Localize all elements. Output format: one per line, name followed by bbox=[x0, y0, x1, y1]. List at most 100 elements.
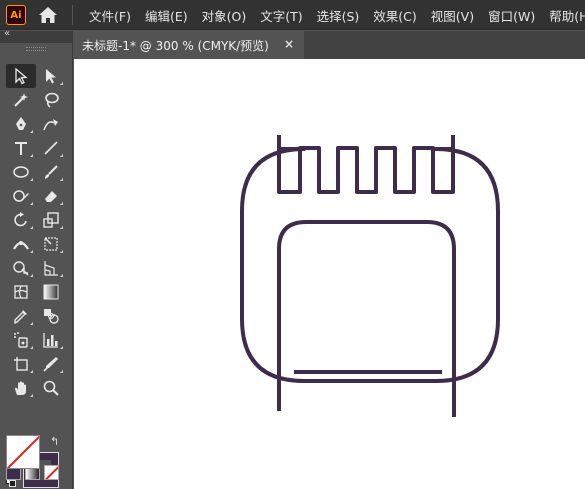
scale-icon bbox=[43, 212, 59, 228]
scale-tool[interactable] bbox=[36, 208, 66, 232]
paintbrush-tool[interactable] bbox=[36, 160, 66, 184]
artboard-canvas[interactable] bbox=[74, 59, 585, 489]
tool-group-indicator bbox=[30, 250, 33, 253]
tool-group-indicator bbox=[30, 154, 33, 157]
lasso-icon bbox=[45, 92, 59, 108]
direct-selection-arrow-icon bbox=[46, 69, 56, 84]
document-tab[interactable]: 未标题-1* @ 300 % (CMYK/预览) × bbox=[74, 31, 304, 59]
tool-group-indicator bbox=[60, 226, 63, 229]
binding-teeth bbox=[277, 135, 455, 194]
tool-group-indicator bbox=[60, 178, 63, 181]
magic-wand-tool[interactable] bbox=[6, 88, 36, 112]
column-graph-tool[interactable] bbox=[36, 328, 66, 352]
tool-group-indicator bbox=[60, 202, 63, 205]
tool-group-indicator bbox=[60, 346, 63, 349]
slice-knife-icon bbox=[43, 357, 58, 372]
tools-panel: « ↰ bbox=[0, 28, 73, 489]
menu-view[interactable]: 视图(V) bbox=[424, 6, 481, 25]
tool-grid bbox=[6, 64, 66, 400]
type-tool[interactable] bbox=[6, 136, 36, 160]
menu-help[interactable]: 帮助(H) bbox=[542, 6, 585, 25]
tool-group-indicator bbox=[30, 274, 33, 277]
width-tool[interactable] bbox=[6, 232, 36, 256]
shaper-icon bbox=[13, 190, 29, 202]
curvature-tool[interactable] bbox=[36, 112, 66, 136]
paintbrush-icon bbox=[45, 165, 58, 179]
close-tab-icon[interactable]: × bbox=[284, 37, 294, 51]
slice-tool[interactable] bbox=[36, 352, 66, 376]
zoom-tool[interactable] bbox=[36, 376, 66, 400]
tool-group-indicator bbox=[60, 154, 63, 157]
tool-group-indicator bbox=[30, 370, 33, 373]
ellipse-icon bbox=[13, 166, 29, 178]
notebook-inner-page bbox=[277, 220, 456, 417]
shape-builder-icon bbox=[13, 261, 29, 276]
rotate-tool[interactable] bbox=[6, 208, 36, 232]
menu-effect[interactable]: 效果(C) bbox=[366, 6, 423, 25]
line-segment-tool[interactable] bbox=[36, 136, 66, 160]
mesh-tool[interactable] bbox=[6, 280, 36, 304]
blend-tool[interactable] bbox=[36, 304, 66, 328]
document-tab-bar: 未标题-1* @ 300 % (CMYK/预览) × bbox=[74, 31, 585, 59]
collapse-panel-icon[interactable]: « bbox=[4, 28, 10, 39]
tool-group-indicator bbox=[30, 178, 33, 181]
tool-group-indicator bbox=[30, 130, 33, 133]
fill-stroke-controls: ↰ bbox=[6, 435, 66, 489]
column-graph-icon bbox=[43, 333, 58, 348]
menu-select[interactable]: 选择(S) bbox=[310, 6, 367, 25]
perspective-grid-tool[interactable] bbox=[36, 256, 66, 280]
panel-grip-handle[interactable] bbox=[26, 47, 46, 51]
rotate-icon bbox=[14, 212, 27, 227]
artboard-tool[interactable] bbox=[6, 352, 36, 376]
app-logo[interactable]: Ai bbox=[6, 5, 26, 25]
pen-tool[interactable] bbox=[6, 112, 36, 136]
menu-window[interactable]: 窗口(W) bbox=[481, 6, 542, 25]
symbol-sprayer-tool[interactable] bbox=[6, 328, 36, 352]
tool-group-indicator bbox=[30, 226, 33, 229]
ellipse-tool[interactable] bbox=[6, 160, 36, 184]
gradient-icon bbox=[43, 284, 59, 300]
eyedropper-icon bbox=[14, 310, 27, 325]
shaper-tool[interactable] bbox=[6, 184, 36, 208]
selection-tool[interactable] bbox=[6, 64, 36, 88]
curvature-pen-icon bbox=[43, 119, 58, 131]
eyedropper-tool[interactable] bbox=[6, 304, 36, 328]
mesh-icon bbox=[14, 285, 28, 299]
selection-arrow-icon bbox=[15, 67, 28, 85]
tool-group-indicator bbox=[60, 82, 63, 85]
direct-selection-tool[interactable] bbox=[36, 64, 66, 88]
tool-group-indicator bbox=[30, 202, 33, 205]
menu-object[interactable]: 对象(O) bbox=[195, 6, 254, 25]
fill-swatch-none[interactable] bbox=[6, 435, 40, 469]
menu-divider bbox=[72, 5, 73, 25]
eraser-icon bbox=[45, 191, 57, 202]
zoom-magnifier-icon bbox=[43, 380, 59, 396]
free-transform-icon bbox=[44, 237, 58, 251]
menu-type[interactable]: 文字(T) bbox=[253, 6, 309, 25]
menu-bar: Ai 文件(F) 编辑(E) 对象(O) 文字(T) 选择(S) 效果(C) 视… bbox=[0, 0, 585, 30]
line-segment-icon bbox=[44, 141, 58, 155]
gradient-tool[interactable] bbox=[36, 280, 66, 304]
eraser-tool[interactable] bbox=[36, 184, 66, 208]
tools-panel-header: « bbox=[0, 28, 72, 43]
tool-group-indicator bbox=[30, 322, 33, 325]
pen-nib-icon bbox=[16, 117, 26, 130]
artboard-icon bbox=[14, 357, 28, 371]
tool-group-indicator bbox=[60, 250, 63, 253]
symbol-sprayer-icon bbox=[14, 332, 28, 348]
notebook-icon[interactable] bbox=[74, 59, 585, 489]
tool-group-indicator bbox=[60, 274, 63, 277]
menu-edit[interactable]: 编辑(E) bbox=[138, 6, 195, 25]
swap-fill-stroke-icon[interactable]: ↰ bbox=[50, 435, 59, 448]
home-icon[interactable] bbox=[38, 6, 58, 24]
none-mode-button[interactable] bbox=[44, 465, 59, 480]
tool-group-indicator bbox=[30, 394, 33, 397]
perspective-grid-icon bbox=[44, 261, 58, 276]
free-transform-tool[interactable] bbox=[36, 232, 66, 256]
document-tab-title: 未标题-1* @ 300 % (CMYK/预览) bbox=[82, 38, 269, 53]
lasso-tool[interactable] bbox=[36, 88, 66, 112]
blend-icon bbox=[44, 309, 59, 324]
shape-builder-tool[interactable] bbox=[6, 256, 36, 280]
menu-file[interactable]: 文件(F) bbox=[82, 6, 138, 25]
hand-tool[interactable] bbox=[6, 376, 36, 400]
